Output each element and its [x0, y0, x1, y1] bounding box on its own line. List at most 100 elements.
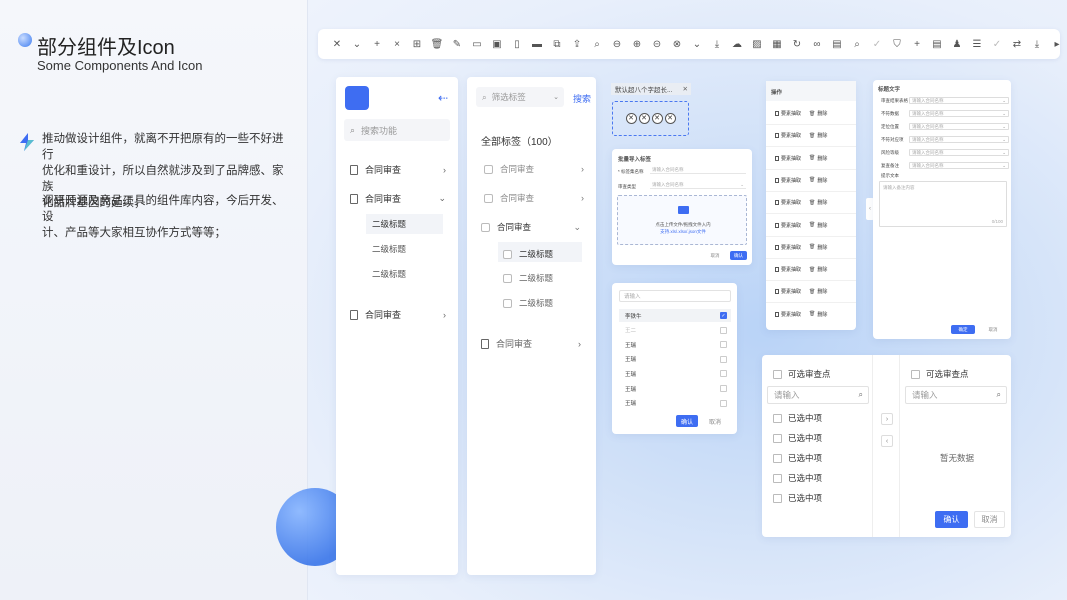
folder-plus-icon[interactable]: ▤ — [827, 34, 847, 54]
extract-link[interactable]: 要素抽取 — [781, 266, 801, 273]
transfer-item[interactable]: 已选中项 — [773, 492, 822, 504]
nav-subitem[interactable]: 二级标题 — [366, 264, 443, 284]
edit-icon[interactable]: ✎ — [447, 34, 467, 54]
delete-link[interactable]: 删除 — [817, 288, 827, 295]
file-icon[interactable]: ▯ — [507, 34, 527, 54]
member-option[interactable]: 王二 — [619, 324, 731, 337]
plus-square-icon[interactable]: ⊞ — [407, 34, 427, 54]
layers-icon[interactable]: ☰ — [967, 34, 987, 54]
tree-subrow[interactable]: 二级标题 — [503, 248, 603, 260]
check-small-icon[interactable]: ✓ — [987, 34, 1007, 54]
tree-row[interactable]: 合同审查 › — [481, 337, 581, 350]
download-tray-icon[interactable]: ⤓ — [1027, 34, 1047, 54]
checkbox[interactable] — [481, 222, 490, 232]
tree-subrow[interactable]: 二级标题 — [503, 272, 603, 284]
move-left-icon[interactable]: ‹ — [881, 435, 893, 447]
checkbox[interactable] — [720, 385, 727, 392]
user-icon[interactable]: ♟ — [947, 34, 967, 54]
delete-link[interactable]: 删除 — [817, 311, 827, 318]
member-option[interactable]: 王瑞 — [619, 367, 731, 380]
checkbox[interactable]: ✓ — [720, 312, 727, 319]
checkbox[interactable] — [720, 326, 727, 334]
checkbox[interactable] — [484, 193, 493, 203]
refresh-icon[interactable]: ↻ — [787, 34, 807, 54]
checkbox[interactable] — [773, 433, 782, 443]
transfer-item[interactable]: 已选中项 — [773, 472, 822, 484]
plus-small-icon[interactable]: + — [907, 34, 927, 54]
cancel-button[interactable]: 取消 — [709, 252, 721, 260]
delete-link[interactable]: 删除 — [817, 244, 827, 251]
transfer-item[interactable]: 已选中项 — [773, 452, 822, 464]
nav-item[interactable]: 合同审查 › — [350, 163, 446, 176]
nav-item[interactable]: 合同审查 › — [350, 308, 446, 321]
select-all-checkbox[interactable] — [773, 369, 782, 379]
form-select[interactable]: 请输入合同名称 ⌄ — [909, 162, 1009, 169]
remove-chip-icon[interactable]: ✕ — [651, 113, 663, 124]
search-icon[interactable]: ⌕ — [587, 34, 607, 54]
nav-subitem[interactable]: 二级标题 — [366, 214, 443, 234]
checkbox[interactable] — [503, 273, 512, 283]
confirm-button[interactable]: 确认 — [676, 415, 698, 427]
cancel-button[interactable]: 取消 — [974, 511, 1005, 528]
cloud-upload-icon[interactable]: ☁ — [727, 34, 747, 54]
member-option[interactable]: 王瑞 — [619, 382, 731, 395]
delete-link[interactable]: 删除 — [817, 199, 827, 206]
tag-chip-box[interactable]: ✕ ✕ ✕ ✕ — [612, 101, 689, 136]
delete-link[interactable]: 删除 — [817, 177, 827, 184]
checkbox[interactable] — [503, 249, 512, 259]
checkbox[interactable] — [484, 164, 493, 174]
form-select[interactable]: 请输入合同名称 ⌄ — [909, 97, 1009, 104]
checkbox[interactable] — [720, 370, 727, 378]
select-all-checkbox[interactable] — [911, 369, 920, 379]
checkbox[interactable] — [773, 493, 782, 503]
collapse-arrow-icon[interactable]: ⇠ — [438, 91, 448, 105]
confirm-button[interactable]: 确认 — [935, 511, 968, 528]
extract-link[interactable]: 要素抽取 — [781, 110, 801, 117]
checkbox[interactable] — [720, 341, 727, 349]
delete-link[interactable]: 删除 — [817, 222, 827, 229]
extract-link[interactable]: 要素抽取 — [781, 177, 801, 184]
x-icon[interactable]: × — [387, 34, 407, 54]
confirm-button[interactable]: 确定 — [951, 325, 975, 334]
tagset-name-input[interactable]: 请输入合同名称 — [650, 166, 746, 174]
image-icon[interactable]: ▨ — [747, 34, 767, 54]
form-select[interactable]: 请输入合同名称 ⌄ — [909, 149, 1009, 156]
upload-icon[interactable]: ⇪ — [567, 34, 587, 54]
swap-icon[interactable]: ⇄ — [1007, 34, 1027, 54]
checkbox[interactable] — [773, 473, 782, 483]
delete-link[interactable]: 删除 — [817, 155, 827, 162]
card-icon[interactable]: ▭ — [467, 34, 487, 54]
extract-link[interactable]: 要素抽取 — [781, 155, 801, 162]
close-icon[interactable]: ✕ — [683, 85, 688, 93]
extract-link[interactable]: 要素抽取 — [781, 244, 801, 251]
extract-link[interactable]: 要素抽取 — [781, 288, 801, 295]
document-icon[interactable]: ▤ — [927, 34, 947, 54]
member-option[interactable]: 王瑞 — [619, 338, 731, 351]
remark-textarea[interactable]: 请输入备注内容 0/100 — [879, 181, 1007, 227]
checkbox[interactable] — [720, 399, 727, 407]
nav-search-input[interactable]: ⌕ 搜索功能 — [344, 119, 450, 141]
check-icon[interactable]: ✓ — [867, 34, 887, 54]
confirm-button[interactable]: 确认 — [730, 251, 747, 260]
delete-link[interactable]: 删除 — [817, 110, 827, 117]
source-header[interactable]: 可选审查点 — [773, 368, 831, 380]
move-right-icon[interactable]: › — [881, 413, 893, 425]
form-select[interactable]: 请输入合同名称 ⌄ — [909, 136, 1009, 143]
play-icon[interactable]: ▸ — [1047, 34, 1067, 54]
member-option[interactable]: 李铁牛 ✓ — [619, 309, 731, 322]
gallery-icon[interactable]: ▦ — [767, 34, 787, 54]
folder-icon[interactable]: ▣ — [487, 34, 507, 54]
trash-icon[interactable]: 🗑 — [427, 34, 447, 54]
tree-row-expanded[interactable]: 合同审查 ⌄ — [481, 221, 581, 233]
delete-link[interactable]: 删除 — [817, 266, 827, 273]
minus-square-icon[interactable]: ▬ — [527, 34, 547, 54]
link-icon[interactable]: ∞ — [807, 34, 827, 54]
download-icon[interactable]: ⤓ — [707, 34, 727, 54]
close-icon[interactable]: ✕ — [327, 34, 347, 54]
search-small-icon[interactable]: ⌕ — [847, 34, 867, 54]
extract-link[interactable]: 要素抽取 — [781, 199, 801, 206]
remove-chip-icon[interactable]: ✕ — [625, 113, 637, 124]
transfer-item[interactable]: 已选中项 — [773, 412, 822, 424]
member-option[interactable]: 王瑞 — [619, 353, 731, 366]
tag-input-field[interactable]: 默认超八个字超长... ✕ — [611, 83, 691, 95]
